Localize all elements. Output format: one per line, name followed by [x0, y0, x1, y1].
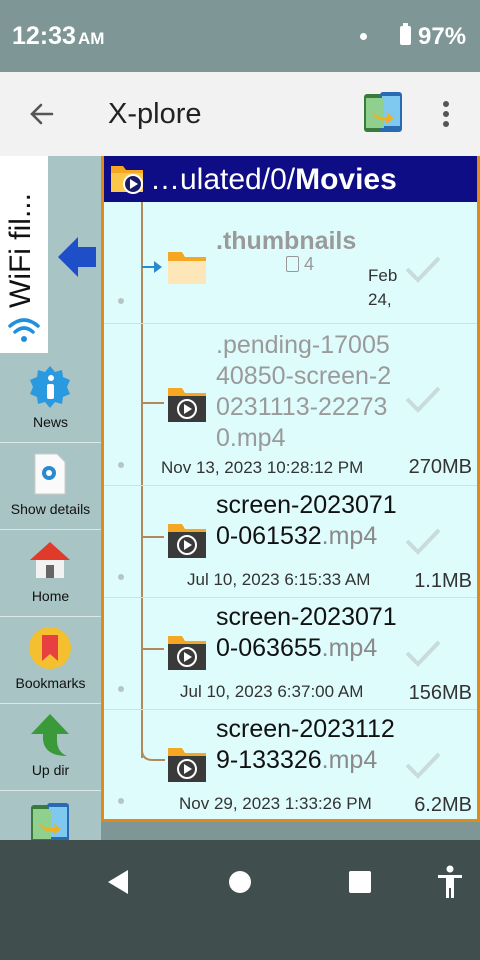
video-file-icon: [168, 388, 206, 422]
list-item[interactable]: screen-2023071 0-061532.mp4 Jul 10, 2023 …: [104, 486, 477, 598]
file-size: 1.1MB: [414, 570, 472, 592]
back-arrow-icon[interactable]: [26, 98, 58, 130]
file-date: Jul 10, 2023 6:37:00 AM: [180, 682, 364, 701]
info-icon: [30, 366, 70, 408]
nav-recents-icon[interactable]: [340, 862, 380, 902]
row-dot: [118, 686, 124, 692]
file-name: screen-2023071 0-063655.mp4: [216, 603, 397, 662]
nav-home-icon[interactable]: [220, 862, 260, 902]
file-date: Feb 24,: [368, 266, 398, 309]
file-name: .thumbnails: [216, 227, 357, 255]
sidebar-item-label: Bookmarks: [15, 675, 86, 691]
current-path: …ulated/0/Movies: [150, 163, 397, 196]
sidebar-item-label: Show details: [10, 501, 91, 517]
file-name: screen-2023071 0-061532.mp4: [216, 491, 397, 550]
file-date: Jul 10, 2023 6:15:33 AM: [187, 570, 371, 589]
up-arrow-icon: [31, 714, 69, 756]
row-dot: [118, 298, 124, 304]
check-icon[interactable]: [404, 750, 442, 780]
tree-branch: [142, 536, 164, 538]
video-file-icon: [168, 636, 206, 670]
wifi-file-sharing-tab[interactable]: WiFi fil...: [0, 156, 48, 353]
path-bar[interactable]: …ulated/0/Movies: [104, 156, 477, 202]
row-dot: [118, 798, 124, 804]
file-date: Nov 29, 2023 1:33:26 PM: [179, 794, 372, 813]
sidebar-item-show-details[interactable]: Show details: [0, 443, 101, 530]
app-bar: X-plore: [0, 72, 480, 156]
file-size: 6.2MB: [414, 794, 472, 816]
accessibility-icon[interactable]: [430, 862, 470, 902]
tree-branch: [142, 648, 164, 650]
list-item[interactable]: screen-2023071 0-063655.mp4 Jul 10, 2023 …: [104, 598, 477, 710]
wifi-tab-label: WiFi fil...: [4, 193, 37, 308]
notification-dot-icon: [360, 33, 367, 40]
sidebar-item-news[interactable]: News: [0, 356, 101, 443]
file-size: 156MB: [408, 682, 472, 704]
file-date: Nov 13, 2023 10:28:12 PM: [161, 458, 364, 477]
xplore-logo-icon[interactable]: [362, 90, 404, 138]
video-file-icon: [168, 748, 206, 782]
system-nav-bar: [0, 840, 480, 960]
file-size: 270MB: [408, 456, 472, 478]
tree-branch: [142, 402, 164, 404]
overflow-menu-icon[interactable]: [434, 98, 458, 130]
bookmark-icon: [29, 627, 71, 669]
status-bar: 12:33 AM 97%: [0, 0, 480, 72]
tree-end-curve: [141, 710, 165, 761]
wifi-icon: [8, 318, 40, 342]
list-item[interactable]: .thumbnails 4 Feb 24,: [104, 202, 477, 324]
check-icon[interactable]: [404, 526, 442, 556]
battery-percent: 97%: [418, 23, 467, 50]
item-count: 4: [286, 254, 314, 275]
sidebar-item-label: Up dir: [31, 762, 70, 778]
sidebar: WiFi fil... News Show details Home Bookm…: [0, 156, 101, 843]
file-name: screen-2023112 9-133326.mp4: [216, 715, 395, 774]
status-time: 12:33 AM: [12, 22, 105, 50]
row-dot: [118, 462, 124, 468]
sidebar-item-label: News: [32, 414, 68, 430]
xplore-app-icon: [31, 803, 69, 843]
row-dot: [118, 574, 124, 580]
tree-expand-arrow-icon: [142, 261, 162, 273]
list-item[interactable]: screen-2023112 9-133326.mp4 Nov 29, 2023 …: [104, 710, 477, 819]
video-folder-icon: [111, 166, 143, 194]
app-title: X-plore: [108, 98, 202, 130]
check-icon[interactable]: [404, 384, 442, 414]
video-file-icon: [168, 524, 206, 558]
nav-back-icon[interactable]: [100, 862, 140, 902]
sidebar-item-up-dir[interactable]: Up dir: [0, 704, 101, 791]
check-icon[interactable]: [404, 638, 442, 668]
file-pane: …ulated/0/Movies .thumbnails 4 Feb 24, .…: [101, 156, 480, 822]
details-icon: [34, 453, 66, 495]
sidebar-item-bookmarks[interactable]: Bookmarks: [0, 617, 101, 704]
home-icon: [30, 542, 70, 578]
sidebar-item-home[interactable]: Home: [0, 530, 101, 617]
battery-icon: [400, 23, 411, 45]
sidebar-item-label: Home: [31, 588, 70, 604]
blue-left-arrow-icon[interactable]: [56, 234, 98, 280]
file-name: .pending-17005 40850-screen-2 0231113-2227…: [216, 331, 392, 452]
file-count-icon: [286, 256, 299, 272]
check-icon[interactable]: [404, 254, 442, 284]
list-item[interactable]: .pending-17005 40850-screen-2 0231113-2227…: [104, 324, 477, 486]
folder-icon: [168, 252, 206, 284]
